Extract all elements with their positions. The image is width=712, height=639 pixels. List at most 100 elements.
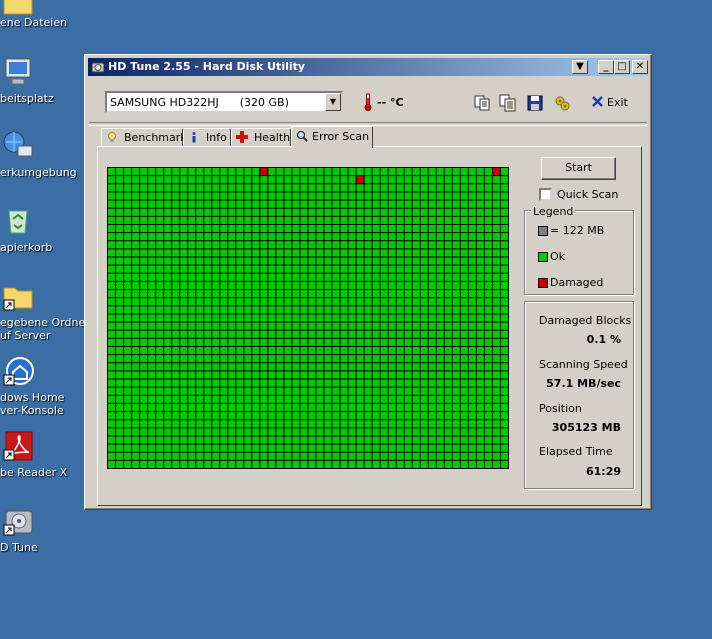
desktop-icon-netzwerkumgebung[interactable]: erkumgebung [0,130,80,180]
scan-block-ok [372,355,380,363]
scan-block-ok [484,314,492,322]
scan-block-ok [348,428,356,436]
scan-block-ok [476,265,484,273]
scan-block-ok [356,224,364,233]
scan-block-ok [252,444,260,452]
tab-info[interactable]: Info [183,128,231,146]
scan-block-ok [252,265,260,273]
scan-block-ok [412,273,420,281]
scan-block-ok [284,257,292,265]
scan-block-ok [484,233,492,241]
scan-block-ok [140,257,148,265]
save-icon[interactable] [526,94,544,112]
scan-block-ok [164,403,172,412]
scan-block-damaged [260,168,268,176]
desktop-icon-windows-home-server[interactable]: dows Home ver-Konsole [0,355,80,417]
scan-block-ok [244,290,252,298]
damaged-blocks-value: 0.1 % [586,333,621,346]
chevron-down-icon[interactable]: ▼ [325,93,341,111]
desktop-icon-eigene-dateien[interactable]: ene Dateien [0,0,80,34]
desktop-icon-hd-tune[interactable]: D Tune [0,505,80,555]
scan-block-ok [220,338,228,346]
copy-icon[interactable] [473,94,491,112]
scan-block-ok [492,379,500,387]
scan-block-ok [188,436,196,444]
scan-block-ok [492,322,500,330]
scan-block-ok [420,444,428,452]
scan-block-ok [212,216,220,224]
checkbox-box[interactable] [539,188,552,201]
scan-block-ok [228,420,236,428]
scan-block-ok [452,184,460,192]
scan-block-ok [268,428,276,436]
desktop-icon-papierkorb[interactable]: apierkorb [0,205,80,255]
tab-error-scan[interactable]: Error Scan [291,126,373,148]
scan-block-ok [388,460,396,468]
drive-select[interactable]: SAMSUNG HD322HJ (320 GB) ▼ [105,91,343,113]
tab-health[interactable]: Health [231,128,291,146]
desktop-icon-arbeitsplatz[interactable]: beitsplatz [0,56,80,106]
scan-block-ok [460,452,468,460]
scan-block-ok [140,241,148,249]
maximize-button[interactable]: □ [614,60,630,74]
scan-block-ok [356,216,364,224]
desktop-icon-adobe-reader[interactable]: be Reader X [0,430,80,480]
start-button[interactable]: Start [541,157,616,180]
scan-block-ok [124,281,132,290]
scan-block-ok [116,363,124,371]
scan-block-ok [396,192,404,200]
scan-block-ok [204,395,212,403]
options-icon[interactable] [553,94,571,112]
scan-block-ok [340,273,348,281]
scan-block-ok [380,338,388,346]
scan-block-ok [108,249,116,257]
tab-benchmark[interactable]: Benchmark [101,128,187,146]
desktop-icon-freigegebene-ordner[interactable]: egebene Ordner uf Server [0,280,90,342]
scan-block-ok [276,363,284,371]
scan-block-ok [260,379,268,387]
scan-block-ok [476,444,484,452]
scan-block-ok [412,363,420,371]
close-button[interactable]: ✕ [632,60,648,74]
scan-block-ok [172,233,180,241]
scan-block-ok [500,184,508,192]
scan-block-ok [252,428,260,436]
scan-block-ok [164,387,172,395]
scan-block-ok [316,460,324,468]
minimize-button[interactable]: _ [598,60,614,74]
title-bar[interactable]: HD Tune 2.55 - Hard Disk Utility ▼ _ □ ✕ [88,58,648,76]
scan-block-ok [156,460,164,468]
scan-block-ok [396,338,404,346]
scan-block-ok [436,322,444,330]
scan-block-ok [484,290,492,298]
scan-block-ok [324,420,332,428]
scan-block-ok [132,233,140,241]
scan-block-ok [484,420,492,428]
scan-block-ok [332,216,340,224]
scan-block-ok [460,379,468,387]
scan-block-damaged [356,176,364,184]
scan-block-ok [220,330,228,338]
scan-block-ok [452,200,460,208]
scan-block-ok [252,200,260,208]
scan-block-ok [212,208,220,216]
scan-block-ok [124,216,132,224]
scan-block-ok [164,241,172,249]
scan-block-ok [284,241,292,249]
scan-block-ok [444,265,452,273]
scan-block-ok [412,330,420,338]
scan-block-ok [436,444,444,452]
scan-block-ok [220,428,228,436]
scan-block-ok [316,249,324,257]
scan-block-ok [308,314,316,322]
scan-block-ok [196,184,204,192]
scan-block-ok [364,371,372,379]
scan-block-ok [156,371,164,379]
scan-block-ok [108,355,116,363]
scan-block-ok [364,363,372,371]
window-menu-button[interactable]: ▼ [572,60,588,74]
scan-block-ok [340,192,348,200]
scan-block-ok [292,298,300,306]
copy-all-icon[interactable] [499,94,517,112]
scan-block-ok [364,395,372,403]
